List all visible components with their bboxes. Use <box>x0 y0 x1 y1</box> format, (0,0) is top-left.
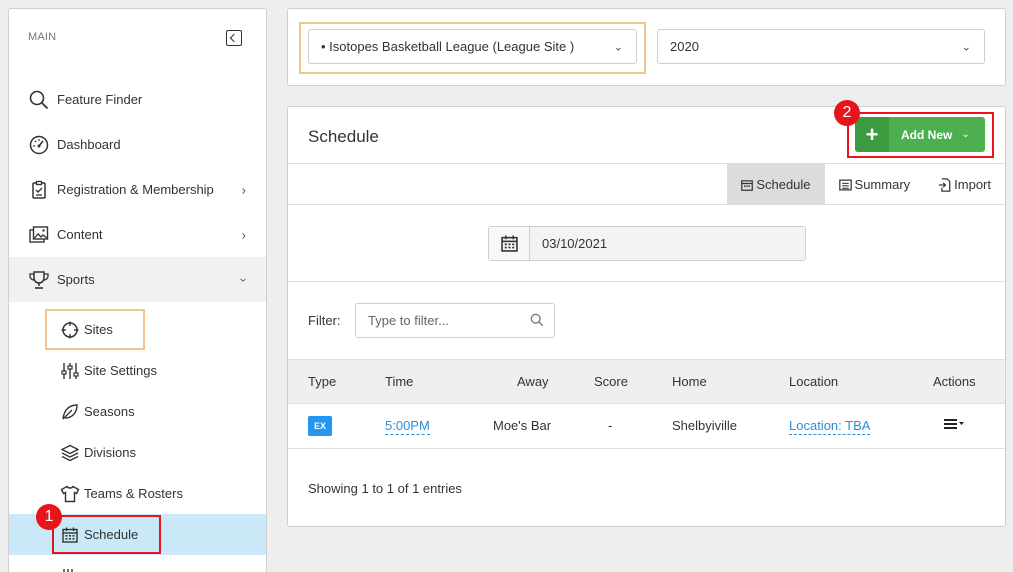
sidebar-item-sports[interactable]: Sports › <box>9 257 266 302</box>
sidebar-subitem-site-settings[interactable]: Site Settings <box>9 350 266 391</box>
search-icon <box>28 89 50 111</box>
sidebar-header: MAIN <box>9 9 266 77</box>
list-icon <box>838 179 852 191</box>
clipboard-icon <box>28 179 50 201</box>
game-score: - <box>608 418 613 433</box>
step-badge-2: 2 <box>834 100 860 126</box>
column-header-location[interactable]: Location <box>789 374 838 389</box>
tab-label: Summary <box>854 177 911 192</box>
step-badge-1: 1 <box>36 504 62 530</box>
leaf-icon <box>60 402 80 422</box>
calendar-icon[interactable] <box>489 227 530 260</box>
home-team: Shelbyiville <box>672 418 738 433</box>
chevron-right-icon: › <box>241 182 246 197</box>
schedule-panel: Schedule + Add New ⌄ Schedule Summary Im… <box>287 106 1006 527</box>
sidebar-subitem-label: Teams & Rosters <box>84 486 183 501</box>
calendar-icon <box>741 179 754 191</box>
sidebar-item-label: Content <box>57 227 103 242</box>
sidebar-item-label: Sports <box>57 272 95 287</box>
filter-label: Filter: <box>308 313 341 328</box>
schedule-highlight-box <box>52 515 161 554</box>
divider <box>288 204 1005 205</box>
search-icon <box>530 313 544 330</box>
table-row: EX 5:00PM Moe's Bar - Shelbyiville Locat… <box>288 404 1005 449</box>
tab-summary[interactable]: Summary <box>825 164 925 205</box>
sliders-icon <box>60 361 80 381</box>
column-header-time[interactable]: Time <box>385 374 413 389</box>
away-team: Moe's Bar <box>493 418 552 433</box>
bars-icon <box>60 566 80 572</box>
date-value[interactable]: 03/10/2021 <box>530 227 805 260</box>
sidebar-item-label: Dashboard <box>57 137 121 152</box>
tab-schedule[interactable]: Schedule <box>727 164 825 205</box>
year-select[interactable]: 2020 ⌄ <box>657 29 985 64</box>
sidebar-item-content[interactable]: Content › <box>9 212 266 257</box>
add-new-highlight-box <box>847 112 994 158</box>
view-tabs: Schedule Summary Import <box>727 164 1005 205</box>
column-header-type[interactable]: Type <box>308 374 336 389</box>
tab-label: Import <box>954 177 991 192</box>
shirt-icon <box>60 484 80 504</box>
sidebar: MAIN Feature Finder Dashboard Registrati… <box>8 8 267 572</box>
date-picker[interactable]: 03/10/2021 <box>488 226 806 261</box>
images-icon <box>28 224 50 246</box>
sidebar-subitem-label: Site Settings <box>84 363 157 378</box>
column-header-home[interactable]: Home <box>672 374 707 389</box>
chevron-down-icon: ⌄ <box>961 41 971 53</box>
sidebar-subitem-label: Seasons <box>84 404 135 419</box>
game-type-badge: EX <box>308 416 332 436</box>
sidebar-item-dashboard[interactable]: Dashboard <box>9 122 266 167</box>
chevron-right-icon: › <box>241 227 246 242</box>
sidebar-section-label: MAIN <box>28 31 57 43</box>
filter-input[interactable]: Type to filter... <box>355 303 555 338</box>
column-header-actions: Actions <box>933 374 976 389</box>
layers-icon <box>60 443 80 463</box>
page-title: Schedule <box>308 127 379 146</box>
trophy-icon <box>28 269 50 291</box>
sites-highlight-box <box>45 309 145 350</box>
sidebar-item-registration-membership[interactable]: Registration & Membership › <box>9 167 266 212</box>
table-header: Type Time Away Score Home Location Actio… <box>288 359 1005 404</box>
dashboard-gauge-icon <box>28 134 50 156</box>
tab-import[interactable]: Import <box>924 164 1005 205</box>
sidebar-subitem-divisions[interactable]: Divisions <box>9 432 266 473</box>
table-info: Showing 1 to 1 of 1 entries <box>308 481 462 496</box>
actions-menu-icon[interactable] <box>943 417 965 434</box>
chevron-down-icon: › <box>236 277 252 282</box>
tab-label: Schedule <box>756 177 811 192</box>
collapse-sidebar-icon[interactable] <box>226 30 242 46</box>
sidebar-subitem-seasons[interactable]: Seasons <box>9 391 266 432</box>
sidebar-item-feature-finder[interactable]: Feature Finder <box>9 77 266 122</box>
sidebar-item-label: Registration & Membership <box>57 182 214 197</box>
location-link[interactable]: Location: TBA <box>789 418 871 435</box>
game-time-link[interactable]: 5:00PM <box>385 418 430 435</box>
sidebar-subitem-more[interactable] <box>9 555 266 572</box>
year-select-value: 2020 <box>670 39 699 54</box>
column-header-away[interactable]: Away <box>517 374 549 389</box>
sidebar-item-label: Feature Finder <box>57 92 143 107</box>
column-header-score[interactable]: Score <box>594 374 628 389</box>
import-icon <box>938 177 951 192</box>
sidebar-subitem-label: Divisions <box>84 445 137 460</box>
league-select-highlight-box <box>299 22 646 74</box>
divider <box>288 281 1005 282</box>
filter-placeholder: Type to filter... <box>368 313 449 328</box>
